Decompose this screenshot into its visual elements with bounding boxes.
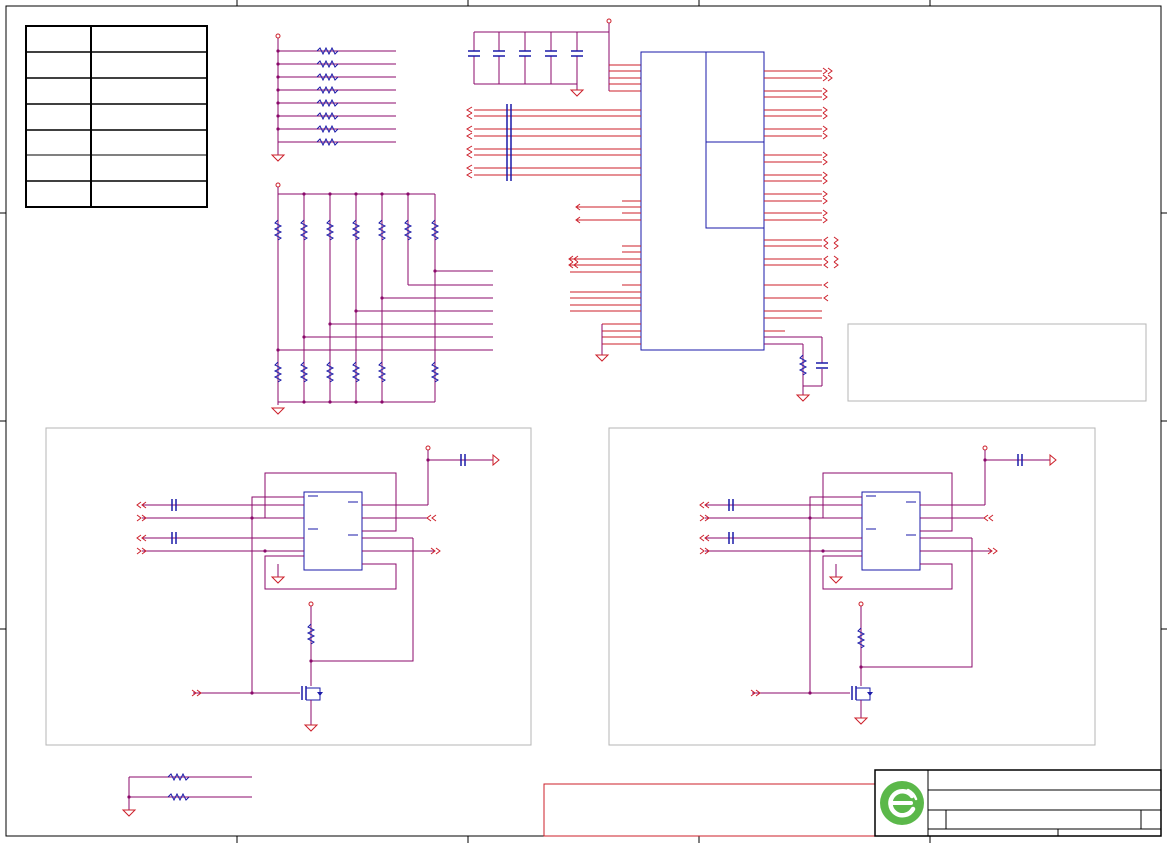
driver-circuit-right [608,427,1096,746]
frame-zone-ticks [0,0,1167,843]
ground-icon [828,576,844,584]
revision-table [25,25,208,208]
ground-icon [853,717,869,725]
mosfet-icon [851,686,873,718]
mosfet-icon [301,686,323,725]
ground-icon [121,809,137,817]
power-arrow-icon [492,453,500,467]
schematic-sheet [0,0,1167,843]
driver-circuit-left [45,427,532,746]
company-logo [876,771,928,835]
resistor-bank-top [270,33,396,162]
ground-icon [569,89,585,97]
ground-icon [303,724,319,732]
ground-icon [270,576,286,584]
ground-icon [594,354,610,362]
resistor-ladder [270,182,493,415]
power-arrow-icon [1049,453,1057,467]
main-ic [466,51,839,402]
drawing-note-frame [543,783,876,837]
resistor-pair-bottom [121,772,252,817]
ground-icon [270,407,286,415]
company-logo-icon [880,781,924,825]
ground-icon [795,394,811,402]
decoupling-capacitors [468,18,641,97]
ground-icon [270,154,286,162]
note-box [847,323,1147,402]
